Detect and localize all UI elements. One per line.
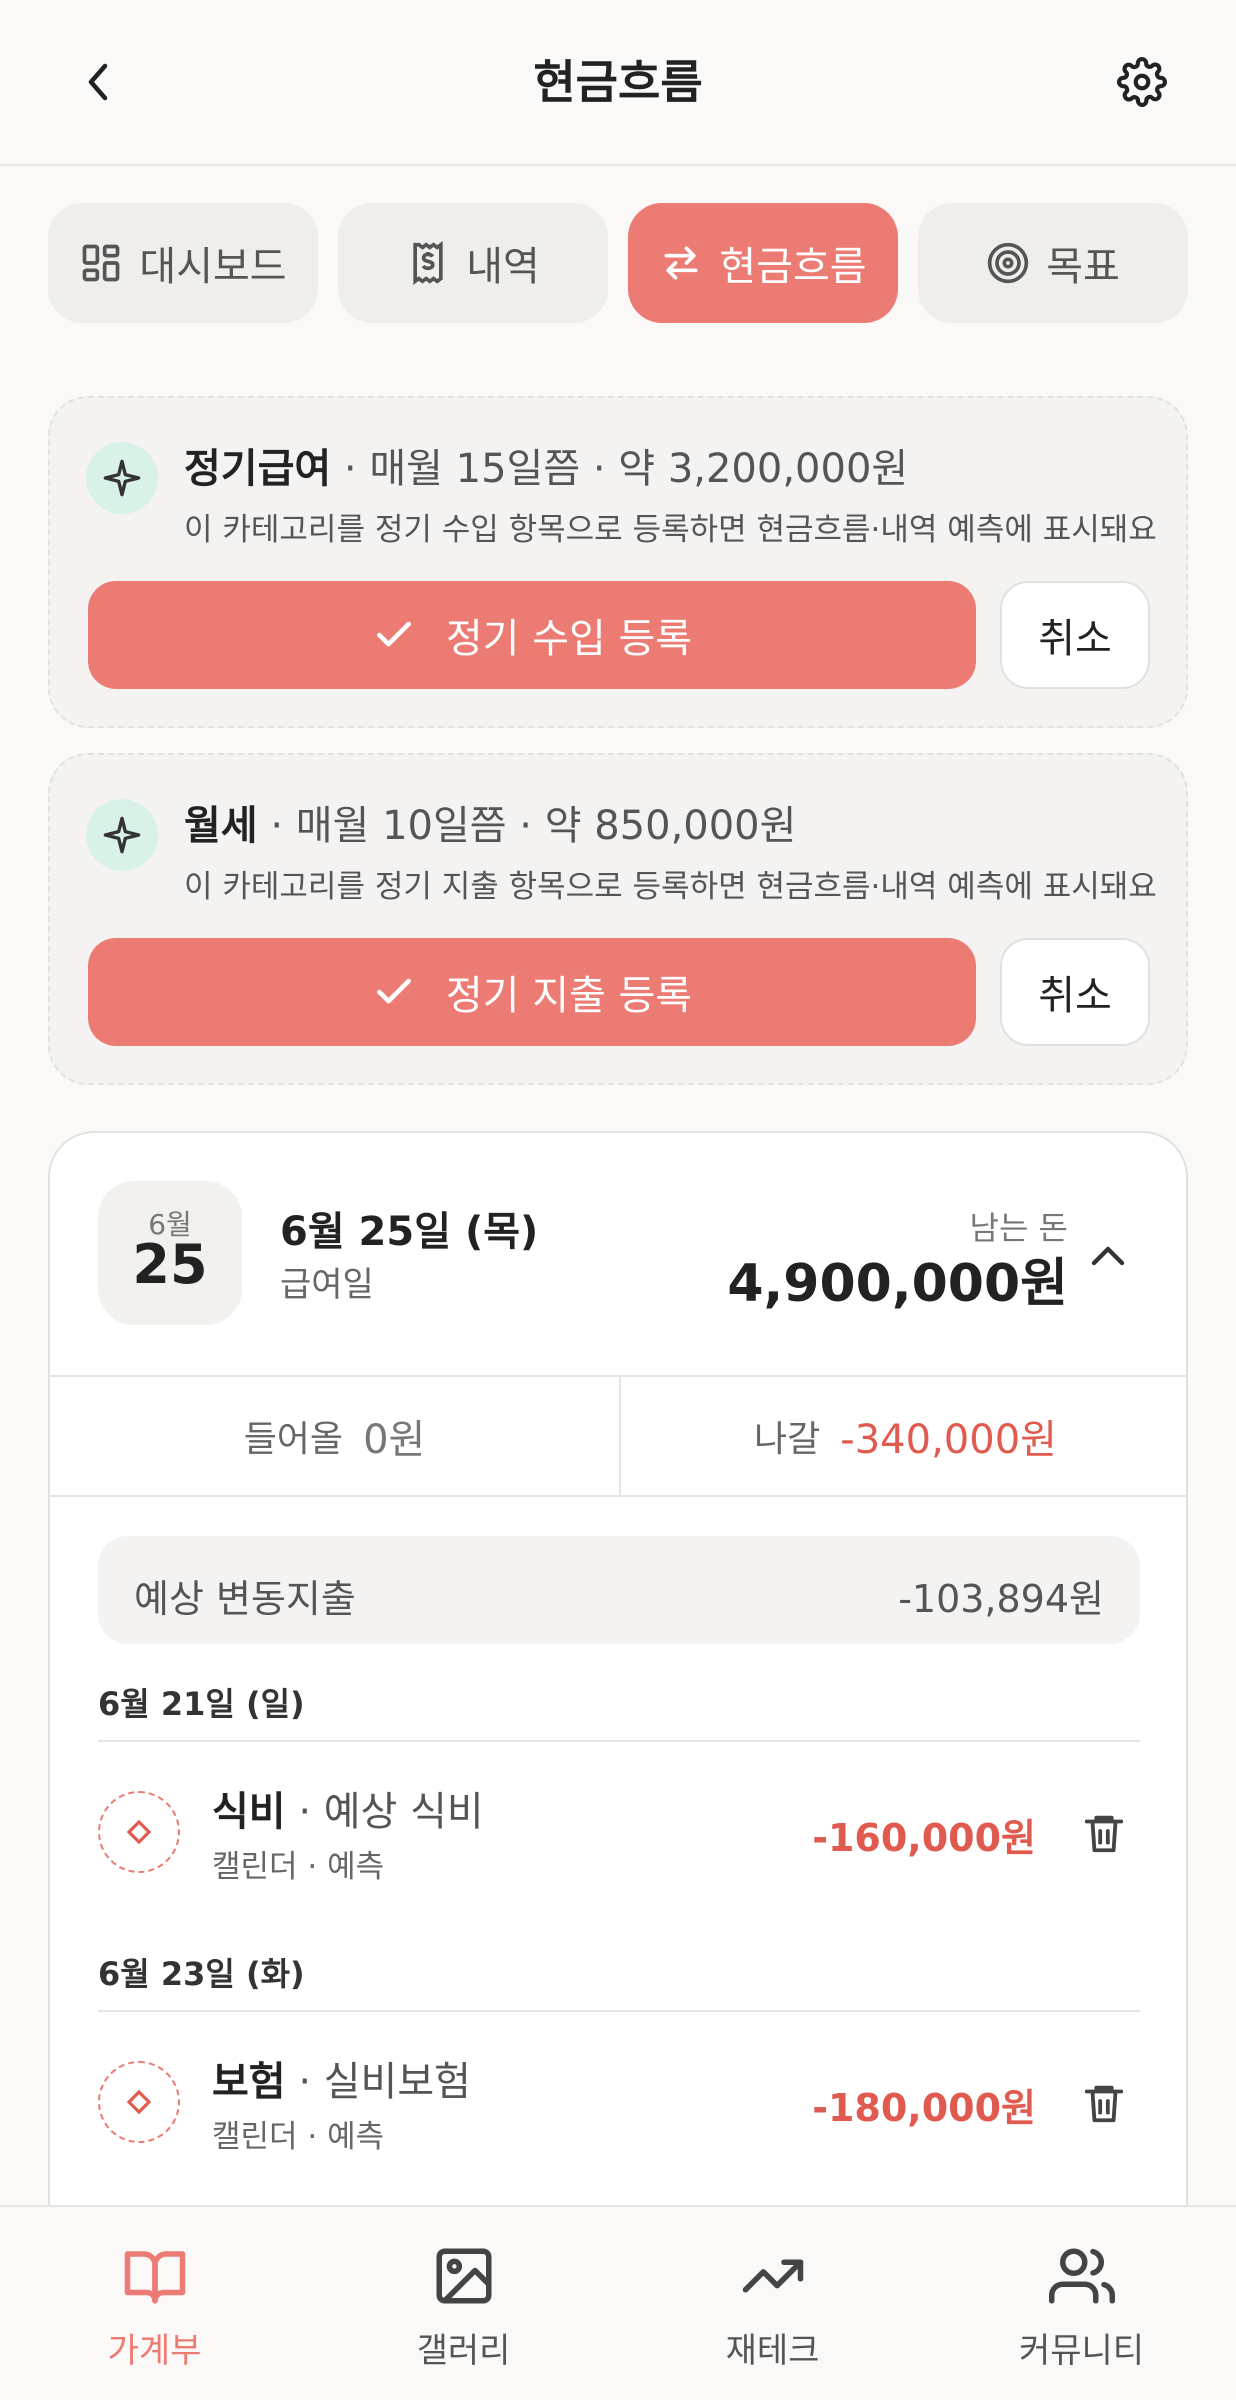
income-summary: 들어올 0원 [50, 1377, 619, 1495]
date-badge-day: 25 [132, 1233, 208, 1296]
delete-button[interactable] [1076, 2075, 1132, 2131]
target-icon [988, 242, 1029, 284]
income-value: 0원 [363, 1417, 426, 1463]
bottom-navigation: 가계부 갤러리 재테크 커뮤니티 [0, 2205, 1236, 2400]
tab-label: 대시보드 [139, 244, 287, 290]
section-tabs: 대시보드 내역 현금흐름 목표 [48, 203, 1188, 323]
item-amount: -160,000원 [812, 1816, 1036, 1860]
trash-icon [1084, 2085, 1124, 2123]
item-name: 보험 [212, 2059, 286, 2105]
item-detail: · 예상 식비 [285, 1789, 484, 1835]
top-app-bar: 현금흐름 [0, 0, 1236, 166]
suggestion-summary: 정기급여 · 매월 15일쯤 · 약 3,200,000원 [184, 436, 908, 494]
image-icon [436, 2248, 491, 2304]
nav-ledger[interactable]: 가계부 [0, 2207, 309, 2400]
register-recurring-expense-button[interactable]: 정기 지출 등록 [88, 938, 976, 1046]
users-icon [1048, 2248, 1115, 2304]
receipt-icon [413, 241, 443, 285]
date-badge: 6월 25 [98, 1181, 242, 1325]
expense-summary: 나갈 -340,000원 [619, 1377, 1186, 1495]
nav-label: 가계부 [107, 2331, 202, 2371]
tab-cashflow[interactable]: 현금흐름 [628, 203, 898, 323]
suggestion-name: 정기급여 [184, 446, 332, 492]
divider [98, 1740, 1140, 1742]
nav-label: 커뮤니티 [1018, 2331, 1145, 2371]
tab-label: 목표 [1046, 244, 1120, 290]
suggestion-summary: 월세 · 매월 10일쯤 · 약 850,000원 [184, 793, 796, 851]
item-detail: · 실비보험 [285, 2059, 471, 2105]
tab-label: 현금흐름 [719, 244, 867, 290]
dashboard-icon [83, 244, 120, 282]
remaining-value: 4,900,000원 [727, 1254, 1068, 1314]
income-label: 들어올 [243, 1419, 344, 1460]
page-title: 현금흐름 [533, 55, 703, 109]
item-title: 식비 · 예상 식비 [212, 1779, 484, 1837]
suggestion-detail: · 매월 15일쯤 · 약 3,200,000원 [331, 446, 909, 492]
collapse-button[interactable] [1084, 1233, 1132, 1281]
suggestion-name: 월세 [184, 803, 258, 849]
nav-community[interactable]: 커뮤니티 [927, 2207, 1236, 2400]
cancel-button[interactable]: 취소 [1000, 938, 1150, 1046]
nav-investing[interactable]: 재테크 [618, 2207, 927, 2400]
group-date: 6월 23일 (화) [98, 1955, 305, 1993]
day-subtitle: 급여일 [280, 1265, 374, 1305]
variable-expense-value: -103,894원 [898, 1577, 1104, 1621]
item-name: 식비 [212, 1789, 286, 1835]
tab-goal[interactable]: 목표 [918, 203, 1188, 323]
suggestion-description: 이 카테고리를 정기 지출 항목으로 등록하면 현금흐름·내역 예측에 표시돼요 [184, 869, 1157, 905]
register-recurring-income-button[interactable]: 정기 수입 등록 [88, 581, 976, 689]
variable-expense-row[interactable]: 예상 변동지출 -103,894원 [98, 1536, 1140, 1644]
settings-button[interactable] [1112, 52, 1172, 112]
gear-icon [1117, 57, 1167, 107]
trash-icon [1084, 1815, 1124, 1853]
expense-value: -340,000원 [840, 1417, 1057, 1463]
cancel-button[interactable]: 취소 [1000, 581, 1150, 689]
trending-up-icon [742, 2259, 803, 2293]
recurring-suggestion-card: 월세 · 매월 10일쯤 · 약 850,000원 이 카테고리를 정기 지출 … [48, 753, 1188, 1085]
income-expense-summary: 들어올 0원 나갈 -340,000원 [50, 1375, 1186, 1497]
expense-label: 나갈 [754, 1419, 821, 1460]
item-source: 캘린더 · 예측 [212, 1849, 385, 1885]
book-icon [124, 2251, 185, 2304]
diamond-icon [98, 2061, 180, 2143]
tab-dashboard[interactable]: 대시보드 [48, 203, 318, 323]
suggestion-description: 이 카테고리를 정기 수입 항목으로 등록하면 현금흐름·내역 예측에 표시돼요 [184, 512, 1157, 548]
sparkle-icon [86, 442, 158, 514]
check-icon [376, 621, 411, 647]
button-label: 정기 수입 등록 [445, 616, 693, 662]
swap-icon [664, 246, 698, 280]
sparkle-icon [86, 799, 158, 871]
chevron-up-icon [1091, 1246, 1125, 1266]
tab-history[interactable]: 내역 [338, 203, 608, 323]
day-title: 6월 25일 (목) [280, 1209, 539, 1255]
tab-label: 내역 [466, 244, 540, 290]
item-title: 보험 · 실비보험 [212, 2049, 471, 2107]
delete-button[interactable] [1076, 1805, 1132, 1861]
item-amount: -180,000원 [812, 2086, 1036, 2130]
nav-label: 재테크 [725, 2331, 820, 2371]
diamond-icon [98, 1791, 180, 1873]
recurring-suggestion-card: 정기급여 · 매월 15일쯤 · 약 3,200,000원 이 카테고리를 정기… [48, 396, 1188, 728]
item-source: 캘린더 · 예측 [212, 2119, 385, 2155]
divider [98, 2010, 1140, 2012]
nav-gallery[interactable]: 갤러리 [309, 2207, 618, 2400]
variable-expense-label: 예상 변동지출 [134, 1577, 356, 1621]
suggestion-detail: · 매월 10일쯤 · 약 850,000원 [257, 803, 797, 849]
check-icon [376, 978, 411, 1004]
group-date: 6월 21일 (일) [98, 1685, 305, 1723]
button-label: 정기 지출 등록 [445, 973, 693, 1019]
nav-label: 갤러리 [416, 2331, 511, 2371]
